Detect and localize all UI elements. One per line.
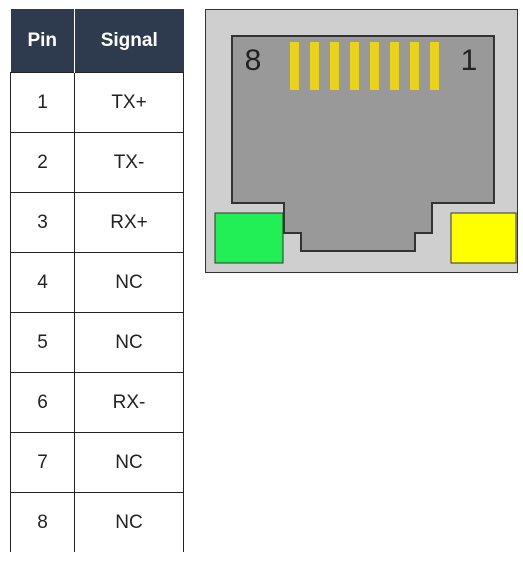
contact-pin-1 bbox=[430, 42, 439, 90]
table-row: 1 TX+ bbox=[10, 72, 184, 133]
contact-pin-8 bbox=[290, 42, 299, 90]
table-row: 2 TX- bbox=[10, 132, 184, 193]
pin-1-label: 1 bbox=[461, 44, 478, 77]
contact-pin-6 bbox=[330, 42, 339, 90]
signal-cell: TX+ bbox=[74, 72, 184, 133]
signal-cell: RX+ bbox=[74, 192, 184, 253]
column-header-pin: Pin bbox=[10, 9, 75, 73]
pin-cell: 4 bbox=[10, 252, 75, 313]
signal-cell: NC bbox=[74, 252, 184, 313]
pin-cell: 1 bbox=[10, 72, 75, 133]
signal-cell: NC bbox=[74, 432, 184, 493]
pin-cell: 3 bbox=[10, 192, 75, 253]
rj45-connector-svg: 8 1 bbox=[205, 9, 518, 273]
rj45-connector-diagram: 8 1 bbox=[205, 9, 523, 273]
pin-cell: 7 bbox=[10, 432, 75, 493]
table-header-row: Pin Signal bbox=[10, 9, 184, 73]
signal-cell: NC bbox=[74, 492, 184, 552]
pinout-table: Pin Signal 1 TX+ 2 TX- 3 RX+ 4 NC 5 NC 6… bbox=[10, 9, 184, 552]
table-row: 8 NC bbox=[10, 492, 184, 552]
pin-cell: 8 bbox=[10, 492, 75, 552]
signal-cell: RX- bbox=[74, 372, 184, 433]
contact-pin-3 bbox=[390, 42, 399, 90]
pin-cell: 6 bbox=[10, 372, 75, 433]
right-led-indicator bbox=[450, 212, 517, 264]
pin-cell: 5 bbox=[10, 312, 75, 373]
table-row: 7 NC bbox=[10, 432, 184, 493]
contact-pin-5 bbox=[350, 42, 359, 90]
contact-pin-7 bbox=[310, 42, 319, 90]
contact-pin-2 bbox=[410, 42, 419, 90]
contact-pin-4 bbox=[370, 42, 379, 90]
pin-8-label: 8 bbox=[245, 44, 262, 77]
table-row: 5 NC bbox=[10, 312, 184, 373]
table-row: 4 NC bbox=[10, 252, 184, 313]
signal-cell: TX- bbox=[74, 132, 184, 193]
column-header-signal: Signal bbox=[74, 9, 184, 73]
table-row: 3 RX+ bbox=[10, 192, 184, 253]
signal-cell: NC bbox=[74, 312, 184, 373]
left-led-indicator bbox=[214, 212, 284, 264]
pin-cell: 2 bbox=[10, 132, 75, 193]
table-row: 6 RX- bbox=[10, 372, 184, 433]
